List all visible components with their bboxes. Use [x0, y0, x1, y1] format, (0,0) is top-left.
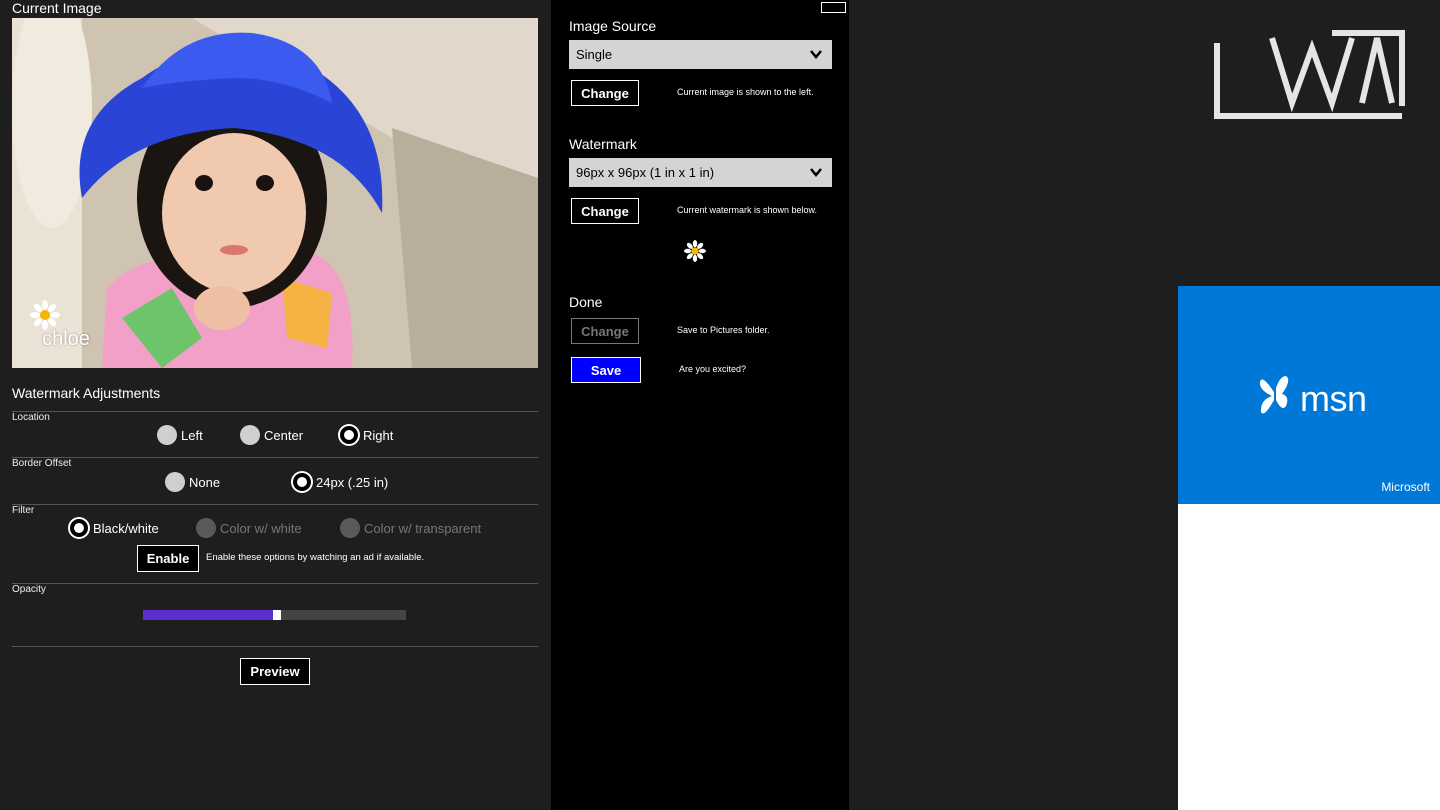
border-offset-label: Border Offset: [12, 458, 72, 469]
middle-pane: Image Source Single Change Current image…: [551, 0, 849, 810]
chevron-down-icon: [810, 50, 822, 59]
enable-button[interactable]: Enable: [137, 545, 199, 572]
microsoft-label: Microsoft: [1381, 480, 1430, 494]
location-center-radio[interactable]: Center: [240, 425, 303, 445]
radio-icon: [196, 518, 216, 538]
preview-button[interactable]: Preview: [240, 658, 310, 685]
ad-blank-area: [1178, 504, 1440, 810]
current-image-title: Current Image: [12, 0, 102, 16]
save-note: Are you excited?: [679, 364, 747, 374]
opacity-label: Opacity: [12, 584, 46, 595]
radio-icon: [165, 472, 185, 492]
done-label: Done: [569, 294, 603, 310]
done-change-button[interactable]: Change: [571, 318, 639, 344]
filter-black-white-radio[interactable]: Black/white: [69, 518, 159, 538]
watermark-size-select[interactable]: 96px x 96px (1 in x 1 in): [569, 158, 832, 187]
chevron-down-icon: [810, 168, 822, 177]
border-24px-radio[interactable]: 24px (.25 in): [292, 472, 388, 492]
radio-icon: [340, 518, 360, 538]
save-button[interactable]: Save: [571, 357, 641, 383]
divider: [12, 646, 538, 647]
butterfly-icon: [1259, 376, 1289, 414]
opacity-slider-fill: [143, 610, 275, 620]
window-mode-icon[interactable]: [821, 2, 846, 13]
watermark-preview: chloe: [30, 300, 102, 351]
opacity-slider-thumb[interactable]: [272, 610, 281, 620]
msn-logo-text: msn: [1300, 378, 1367, 419]
image-source-select[interactable]: Single: [569, 40, 832, 69]
divider: [12, 583, 538, 584]
adjustments-title: Watermark Adjustments: [12, 385, 161, 401]
enable-note: Enable these options by watching an ad i…: [206, 552, 425, 563]
location-left-radio[interactable]: Left: [157, 425, 203, 445]
radio-icon: [157, 425, 177, 445]
divider: [12, 504, 538, 505]
divider: [12, 457, 538, 458]
border-none-radio[interactable]: None: [165, 472, 220, 492]
daisy-icon: [30, 300, 60, 330]
image-source-change-button[interactable]: Change: [571, 80, 639, 106]
radio-selected-icon: [293, 473, 311, 491]
image-source-label: Image Source: [569, 18, 657, 34]
radio-icon: [240, 425, 260, 445]
location-right-radio[interactable]: Right: [339, 425, 393, 445]
save-location-note: Save to Pictures folder.: [677, 325, 770, 335]
divider: [12, 411, 538, 412]
app-logo: [1214, 30, 1405, 119]
location-label: Location: [12, 412, 50, 423]
radio-selected-icon: [70, 519, 88, 537]
radio-selected-icon: [340, 426, 358, 444]
filter-color-white-radio[interactable]: Color w/ white: [196, 518, 302, 538]
image-source-note: Current image is shown to the left.: [677, 87, 814, 97]
watermark-text: chloe: [42, 328, 90, 350]
filter-label: Filter: [12, 505, 35, 516]
opacity-slider[interactable]: [143, 610, 406, 620]
watermark-label: Watermark: [569, 136, 637, 152]
watermark-change-button[interactable]: Change: [571, 198, 639, 224]
current-image: chloe: [12, 18, 538, 368]
daisy-icon: [684, 240, 706, 262]
filter-color-transparent-radio[interactable]: Color w/ transparent: [340, 518, 481, 538]
left-pane: Current Image chloe Watermark Adjustment…: [0, 0, 551, 810]
watermark-note: Current watermark is shown below.: [677, 205, 818, 215]
